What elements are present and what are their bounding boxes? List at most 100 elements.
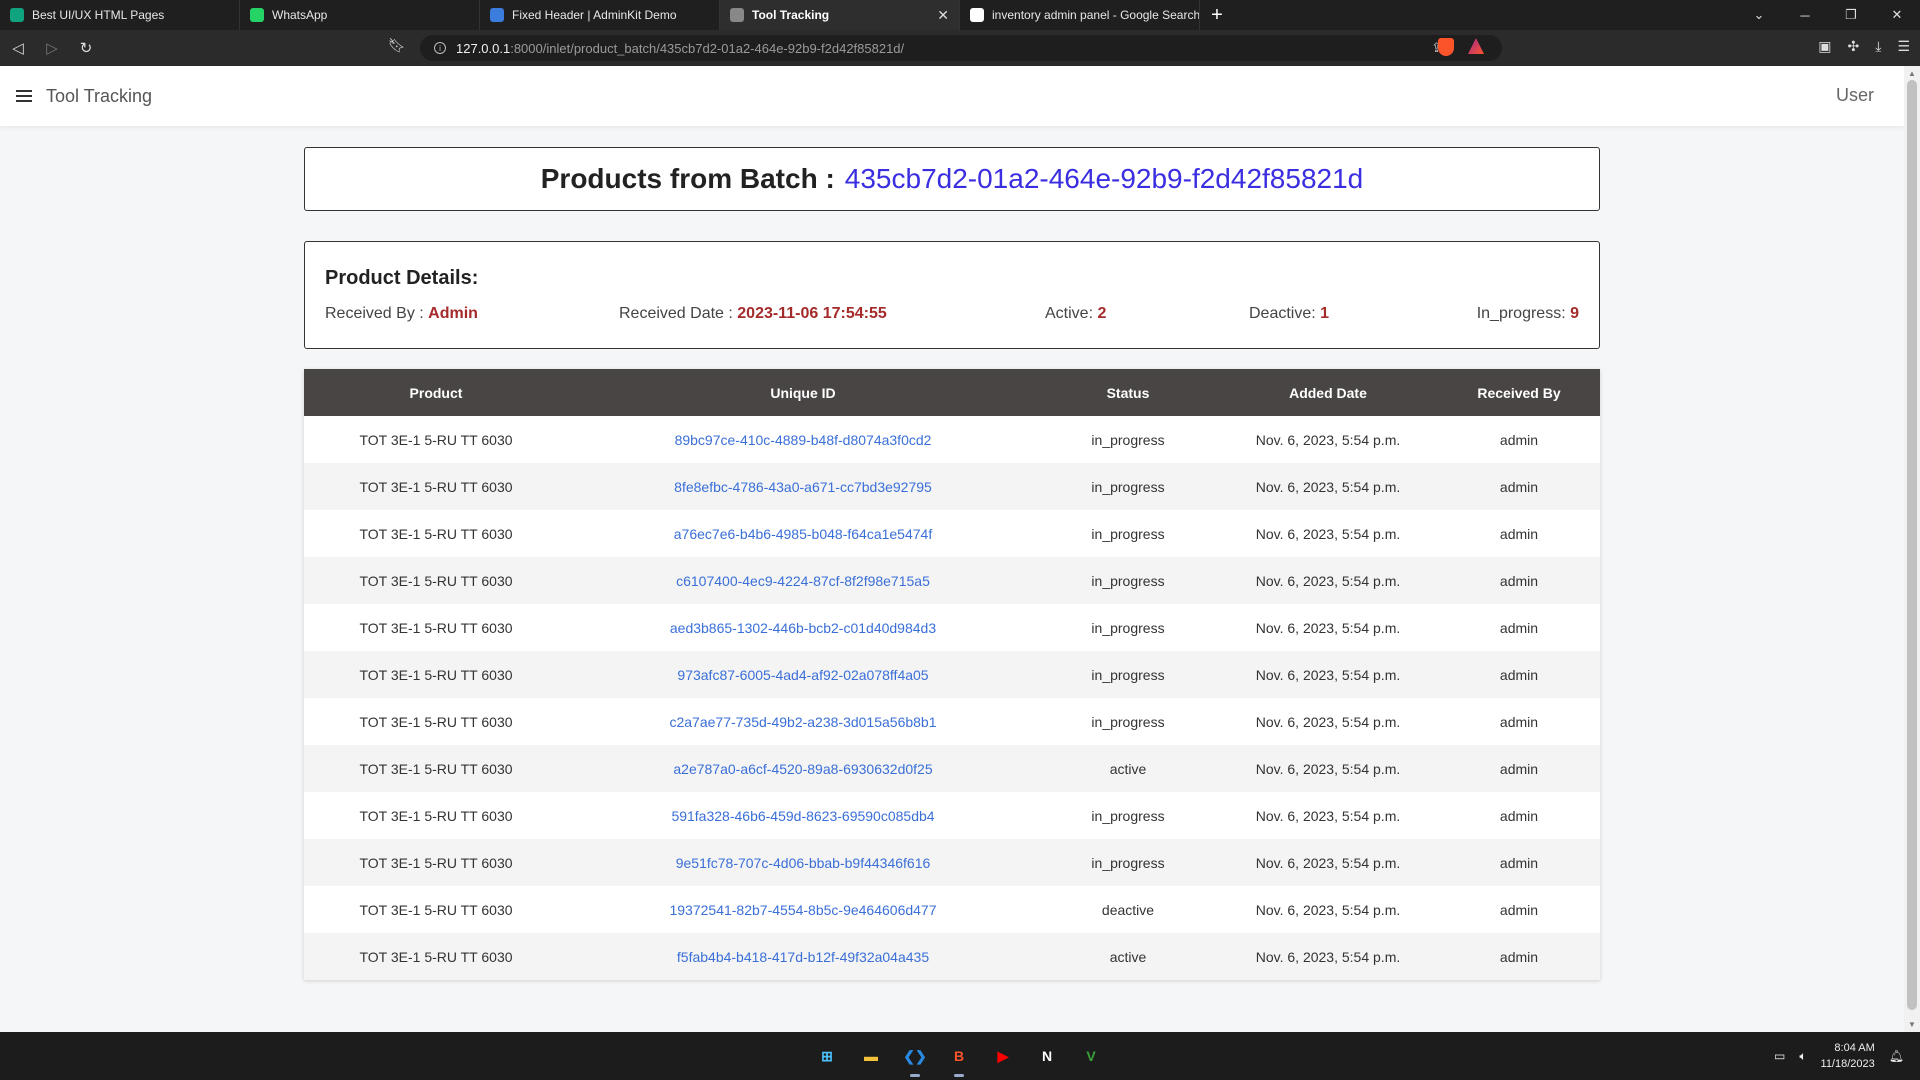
user-menu[interactable]: User xyxy=(1836,85,1874,106)
added-date-cell: Nov. 6, 2023, 5:54 p.m. xyxy=(1255,525,1401,542)
received-by-cell: admin xyxy=(1499,572,1539,589)
vim-icon[interactable]: V xyxy=(1076,1041,1106,1071)
brave-rewards-icon[interactable] xyxy=(1468,38,1484,54)
reload-icon[interactable]: ↻ xyxy=(70,34,102,62)
url-host: 127.0.0.1 xyxy=(456,40,511,56)
page-scrollbar[interactable]: ▲ ▼ xyxy=(1904,66,1920,1032)
windows-start-icon[interactable]: ⊞ xyxy=(812,1041,842,1071)
received-by-label: Received By : xyxy=(325,305,429,322)
browser-tab[interactable]: Tool Tracking ✕ xyxy=(720,0,960,30)
status-cell: in_progress xyxy=(1091,713,1165,730)
added-date-cell: Nov. 6, 2023, 5:54 p.m. xyxy=(1255,760,1401,777)
received-by-cell: admin xyxy=(1499,760,1539,777)
browser-tab[interactable]: inventory admin panel - Google Search xyxy=(960,0,1200,30)
notion-icon[interactable]: N xyxy=(1032,1041,1062,1071)
browser-tab-title: Best UI/UX HTML Pages xyxy=(32,8,165,22)
system-tray: ▭ 🔈︎ 8:04 AM 11/18/2023 🔔︎ xyxy=(1774,1040,1904,1072)
new-tab-button[interactable]: + xyxy=(1200,0,1234,30)
table-row: TOT 3E-1 5-RU TT 6030 f5fab4b4-b418-417d-… xyxy=(304,933,1600,980)
status-cell: in_progress xyxy=(1091,807,1165,824)
received-by-cell: admin xyxy=(1499,478,1539,495)
unique-id-link[interactable]: 9e51fc78-707c-4d06-bbab-b9f44346f616 xyxy=(568,839,1038,886)
unique-id-link[interactable]: a2e787a0-a6cf-4520-89a8-6930632d0f25 xyxy=(568,745,1038,792)
status-cell: deactive xyxy=(1101,901,1155,918)
file-explorer-icon[interactable]: ▬ xyxy=(856,1041,886,1071)
unique-id-link[interactable]: 89bc97ce-410c-4889-b48f-d8074a3f0cd2 xyxy=(568,416,1038,463)
browser-tab[interactable]: Best UI/UX HTML Pages xyxy=(0,0,240,30)
volume-icon[interactable]: 🔈︎ xyxy=(1799,1049,1806,1064)
vscode-icon[interactable]: ❮❯ xyxy=(900,1041,930,1077)
batch-title-card: Products from Batch : 435cb7d2-01a2-464e… xyxy=(304,147,1600,211)
unique-id-link[interactable]: c2a7ae77-735d-49b2-a238-3d015a56b8b1 xyxy=(568,698,1038,745)
added-date-cell: Nov. 6, 2023, 5:54 p.m. xyxy=(1255,807,1401,824)
received-date-value: 2023-11-06 17:54:55 xyxy=(737,305,887,322)
unique-id-link[interactable]: a76ec7e6-b4b6-4985-b048-f64ca1e5474f xyxy=(568,510,1038,557)
browser-tab[interactable]: Fixed Header | AdminKit Demo xyxy=(480,0,720,30)
display-icon[interactable]: ▭ xyxy=(1774,1049,1785,1063)
download-icon[interactable]: ⤓ xyxy=(1875,38,1881,55)
clock[interactable]: 8:04 AM 11/18/2023 xyxy=(1821,1040,1875,1072)
unique-id-link[interactable]: 973afc87-6005-4ad4-af92-02a078ff4a05 xyxy=(568,651,1038,698)
added-date-cell: Nov. 6, 2023, 5:54 p.m. xyxy=(1255,948,1401,965)
clock-date: 11/18/2023 xyxy=(1820,1058,1875,1070)
product-cell: TOT 3E-1 5-RU TT 6030 xyxy=(359,666,513,683)
hamburger-menu-icon[interactable] xyxy=(16,90,32,102)
browser-tab[interactable]: WhatsApp xyxy=(240,0,480,30)
table-row: TOT 3E-1 5-RU TT 6030 c2a7ae77-735d-49b2-… xyxy=(304,698,1600,745)
taskbar-apps: ⊞ ▬ ❮❯ B ▶ N V xyxy=(812,1041,1106,1077)
browser-tab-title: Tool Tracking xyxy=(752,8,830,22)
column-header-product: Product xyxy=(409,384,463,401)
scroll-up-icon[interactable]: ▲ xyxy=(1908,69,1916,78)
menu-icon[interactable]: ☰ xyxy=(1897,38,1910,55)
product-cell: TOT 3E-1 5-RU TT 6030 xyxy=(359,807,513,824)
extensions-icon[interactable]: ✣ xyxy=(1848,38,1860,55)
restore-icon[interactable]: ❐ xyxy=(1828,0,1874,30)
product-cell: TOT 3E-1 5-RU TT 6030 xyxy=(359,525,513,542)
received-by-cell: admin xyxy=(1499,807,1539,824)
brave-shields-icon[interactable] xyxy=(1438,38,1454,56)
added-date-cell: Nov. 6, 2023, 5:54 p.m. xyxy=(1255,901,1401,918)
site-info-icon[interactable]: i xyxy=(434,42,446,54)
bookmark-icon[interactable]: 🔖︎ xyxy=(388,37,406,54)
back-icon[interactable]: ◁ xyxy=(2,34,34,62)
minimize-icon[interactable]: ─ xyxy=(1782,0,1828,30)
unique-id-link[interactable]: 591fa328-46b6-459d-8623-69590c085db4 xyxy=(568,792,1038,839)
status-cell: in_progress xyxy=(1091,478,1165,495)
scrollbar-thumb[interactable] xyxy=(1907,80,1917,1010)
sidebar-icon[interactable]: ▣ xyxy=(1818,38,1831,55)
added-date-cell: Nov. 6, 2023, 5:54 p.m. xyxy=(1255,619,1401,636)
scroll-down-icon[interactable]: ▼ xyxy=(1908,1020,1916,1029)
unique-id-link[interactable]: 19372541-82b7-4554-8b5c-9e464606d477 xyxy=(568,886,1038,933)
adminkit-icon xyxy=(490,8,504,22)
in-progress-count-detail: In_progress: 9 xyxy=(1477,305,1579,323)
tab-search-icon[interactable]: ⌄ xyxy=(1736,0,1782,30)
app-title[interactable]: Tool Tracking xyxy=(46,86,152,107)
unique-id-link[interactable]: c6107400-4ec9-4224-87cf-8f2f98e715a5 xyxy=(568,557,1038,604)
youtube-icon[interactable]: ▶ xyxy=(988,1041,1018,1071)
unique-id-link[interactable]: f5fab4b4-b418-417d-b12f-49f32a04a435 xyxy=(568,933,1038,980)
url-field[interactable]: i 127.0.0.1:8000/inlet/product_batch/435… xyxy=(420,35,1502,61)
received-by-cell: admin xyxy=(1499,854,1539,871)
notification-bell-icon[interactable]: 🔔︎ xyxy=(1889,1049,1904,1063)
close-tab-icon[interactable]: ✕ xyxy=(937,7,949,24)
in-progress-count: 9 xyxy=(1570,305,1579,322)
status-cell: active xyxy=(1109,948,1147,965)
unique-id-link[interactable]: aed3b865-1302-446b-bcb2-c01d40d984d3 xyxy=(568,604,1038,651)
product-details-card: Product Details: Received By : Admin Rec… xyxy=(304,241,1600,349)
active-count: 2 xyxy=(1097,305,1107,322)
forward-icon[interactable]: ▷ xyxy=(36,34,68,62)
extension-toolbar: ▣ ✣ ⤓ ☰ xyxy=(1818,38,1910,55)
received-by-value: Admin xyxy=(428,305,478,322)
brave-browser-icon[interactable]: B xyxy=(944,1041,974,1077)
product-cell: TOT 3E-1 5-RU TT 6030 xyxy=(359,760,513,777)
whatsapp-icon xyxy=(250,8,264,22)
close-window-icon[interactable]: ✕ xyxy=(1874,0,1920,30)
table-row: TOT 3E-1 5-RU TT 6030 a76ec7e6-b4b6-4985-… xyxy=(304,510,1600,557)
windows-taskbar: ⊞ ▬ ❮❯ B ▶ N V ▭ 🔈︎ 8:04 AM 11/18/2023 🔔︎ xyxy=(0,1032,1920,1080)
unique-id-link[interactable]: 8fe8efbc-4786-43a0-a671-cc7bd3e92795 xyxy=(568,463,1038,510)
google-icon xyxy=(970,8,984,22)
brave-shield-area xyxy=(1438,38,1484,56)
product-cell: TOT 3E-1 5-RU TT 6030 xyxy=(359,948,513,965)
globe-icon xyxy=(730,8,744,22)
app-navbar: Tool Tracking User xyxy=(0,66,1904,126)
